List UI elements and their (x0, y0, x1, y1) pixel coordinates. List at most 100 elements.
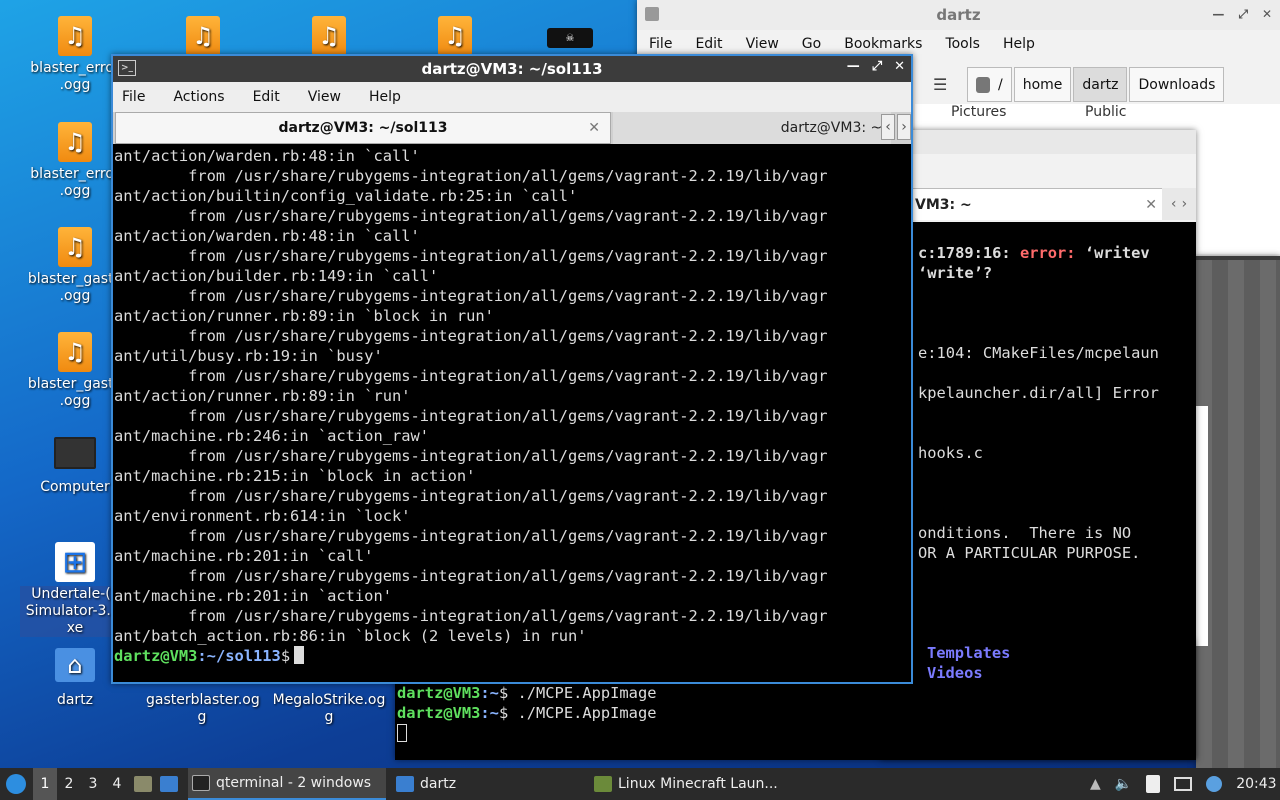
terminal-line: ant/machine.rb:201:in `action' (114, 587, 392, 605)
clipboard-icon[interactable] (1146, 775, 1161, 793)
dir-entry-templates: Templates (927, 644, 1011, 662)
audio-file-icon: ♫ (312, 16, 346, 56)
close-icon[interactable]: ✕ (1262, 7, 1272, 22)
menu-view[interactable]: View (308, 89, 341, 105)
file-manager-titlebar[interactable]: dartz — ⤢ ✕ (637, 0, 1280, 30)
minimize-icon[interactable]: — (847, 59, 860, 74)
terminal-line: onditions. There is NO (918, 524, 1132, 542)
terminal-window-main: >_ dartz@VM3: ~/sol113 — ⤢ ✕ File Actions … (111, 54, 913, 684)
task-label: dartz (420, 776, 457, 792)
tray-arrow-icon[interactable]: ▲ (1090, 776, 1101, 792)
desktop-icon-gasterblaster[interactable]: gasterblaster.og g (146, 692, 260, 726)
workspace-2[interactable]: 2 (57, 768, 81, 800)
terminal-line: ant/machine.rb:201:in `call' (114, 547, 374, 565)
terminal-line: from /usr/share/rubygems-integration/all… (114, 407, 828, 425)
terminal-line: from /usr/share/rubygems-integration/all… (114, 447, 828, 465)
tab-sol113[interactable]: dartz@VM3: ~/sol113 ✕ (115, 112, 611, 144)
task-file-manager[interactable]: dartz (392, 768, 582, 800)
terminal-cursor (294, 646, 305, 664)
terminal-line: ant/machine.rb:246:in `action_raw' (114, 427, 430, 445)
menu-help[interactable]: Help (369, 89, 401, 105)
terminal-line: from /usr/share/rubygems-integration/all… (114, 327, 828, 345)
launcher-panel (1196, 406, 1208, 646)
menu-go[interactable]: Go (802, 36, 821, 52)
task-qterminal[interactable]: qterminal - 2 windows (188, 768, 386, 800)
terminal2-tab[interactable]: VM3: ~ ✕ (910, 188, 1168, 220)
terminal-line: e:104: CMakeFiles/mcpelaun (918, 344, 1159, 362)
terminal-line: from /usr/share/rubygems-integration/all… (114, 247, 828, 265)
desktop-icon-simulator[interactable]: ☠ (530, 28, 610, 52)
maximize-icon[interactable]: ⤢ (872, 59, 882, 74)
audio-file-icon: ♫ (58, 332, 92, 372)
desktop: ♫ blaster_error .ogg ♫ ♫ ♫ ☠ ♫ blaster_e… (0, 0, 1280, 768)
path-root[interactable]: / (967, 67, 1012, 102)
terminal-line: from /usr/share/rubygems-integration/all… (114, 207, 828, 225)
terminal-line: c:1789:16: error: ‘writev (918, 244, 1150, 262)
menu-file[interactable]: File (122, 89, 145, 105)
path-home[interactable]: home (1013, 67, 1072, 102)
terminal-line: ant/action/builder.rb:149:in `call' (114, 267, 439, 285)
terminal-output[interactable]: ant/action/warden.rb:48:in `call' from /… (113, 146, 911, 682)
window-title: dartz@VM3: ~/sol113 (421, 60, 603, 78)
tab-scroll-buttons[interactable]: ‹ › (1162, 188, 1196, 220)
desktop-icon-megalostrike[interactable]: MegaloStrike.og g (272, 692, 386, 726)
chevron-right-icon[interactable]: › (897, 114, 911, 140)
close-tab-icon[interactable]: ✕ (1145, 197, 1157, 213)
list-view-icon[interactable]: ☰ (933, 75, 947, 94)
workspace-1[interactable]: 1 (33, 768, 57, 800)
chevron-left-icon[interactable]: ‹ (1170, 196, 1178, 212)
terminal-line: from /usr/share/rubygems-integration/all… (114, 367, 828, 385)
volume-icon[interactable]: 🔈 (1115, 776, 1132, 792)
task-minecraft-launcher[interactable]: Linux Minecraft Laun... (590, 768, 790, 800)
chevron-right-icon[interactable]: › (1180, 196, 1188, 212)
terminal-line: hooks.c (918, 444, 983, 462)
menu-edit[interactable]: Edit (253, 89, 280, 105)
terminal-icon (192, 775, 210, 791)
terminal-menubar: File Actions Edit View Help (113, 82, 911, 112)
terminal-line: from /usr/share/rubygems-integration/all… (114, 167, 828, 185)
minecraft-launcher-window (1196, 256, 1280, 768)
terminal-cursor (397, 724, 407, 743)
terminal-titlebar[interactable]: >_ dartz@VM3: ~/sol113 — ⤢ ✕ (113, 56, 911, 82)
chevron-left-icon[interactable]: ‹ (881, 114, 895, 140)
menu-tools[interactable]: Tools (945, 36, 980, 52)
menu-file[interactable]: File (649, 36, 672, 52)
terminal-line: from /usr/share/rubygems-integration/all… (114, 527, 828, 545)
terminal2-titlebar[interactable] (880, 130, 1196, 154)
terminal-line: OR A PARTICULAR PURPOSE. (918, 544, 1141, 562)
menu-edit[interactable]: Edit (695, 36, 722, 52)
dir-entry-videos: Videos (927, 664, 983, 682)
minimize-icon[interactable]: — (1212, 7, 1224, 22)
workspace-4[interactable]: 4 (105, 768, 129, 800)
terminal-line: ant/environment.rb:614:in `lock' (114, 507, 411, 525)
terminal-line: ant/action/warden.rb:48:in `call' (114, 227, 420, 245)
close-tab-icon[interactable]: ✕ (588, 120, 600, 136)
menu-actions[interactable]: Actions (173, 89, 224, 105)
path-downloads[interactable]: Downloads (1129, 67, 1225, 102)
file-manager-launch-icon[interactable] (160, 776, 178, 792)
menu-view[interactable]: View (746, 36, 779, 52)
close-icon[interactable]: ✕ (894, 59, 905, 74)
workspace-switcher: 1 2 3 4 (33, 768, 129, 800)
folder-item-public[interactable]: Public (1085, 104, 1126, 120)
tab-home[interactable]: dartz@VM3: ~/ (613, 112, 891, 144)
start-menu-button[interactable] (4, 768, 28, 800)
maximize-icon[interactable]: ⤢ (1238, 7, 1248, 22)
update-icon[interactable] (1206, 776, 1223, 792)
menu-help[interactable]: Help (1003, 36, 1035, 52)
clock[interactable]: 20:43 (1236, 776, 1276, 792)
audio-file-icon: ♫ (58, 227, 92, 267)
minecraft-icon (594, 776, 612, 792)
workspace-3[interactable]: 3 (81, 768, 105, 800)
terminal-line: dartz@VM3:~$ ./MCPE.AppImage (397, 704, 657, 722)
terminal-line: ant/action/builtin/config_validate.rb:25… (114, 187, 578, 205)
show-desktop-icon[interactable] (134, 776, 152, 792)
terminal-tab-bar: dartz@VM3: ~/sol113 ✕ dartz@VM3: ~/ ‹ › (113, 112, 911, 144)
menu-bookmarks[interactable]: Bookmarks (844, 36, 922, 52)
path-dartz[interactable]: dartz (1073, 67, 1128, 102)
network-icon[interactable] (1174, 777, 1193, 791)
desktop-icon-label: gasterblaster.og g (146, 692, 260, 725)
window-title: dartz (936, 6, 981, 24)
terminal-line: ant/util/busy.rb:19:in `busy' (114, 347, 383, 365)
folder-item-pictures[interactable]: Pictures (951, 104, 1006, 120)
